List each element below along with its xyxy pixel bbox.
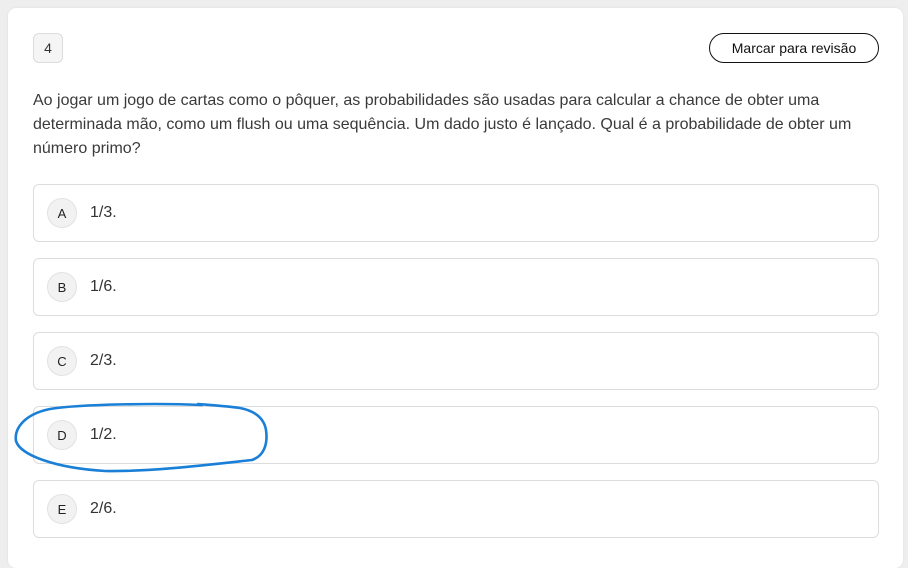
option-text: 2/3. (90, 352, 117, 369)
option-text: 1/6. (90, 278, 117, 295)
option-text: 1/3. (90, 204, 117, 221)
option-letter-badge: B (47, 272, 77, 302)
option-letter-badge: D (47, 420, 77, 450)
question-number-badge: 4 (33, 33, 63, 63)
option-b[interactable]: B 1/6. (33, 258, 879, 316)
option-c[interactable]: C 2/3. (33, 332, 879, 390)
question-text: Ao jogar um jogo de cartas como o pôquer… (33, 92, 852, 157)
option-a[interactable]: A 1/3. (33, 184, 879, 242)
option-text: 1/2. (90, 426, 117, 443)
option-letter-badge: C (47, 346, 77, 376)
mark-for-review-button[interactable]: Marcar para revisão (709, 33, 879, 63)
option-letter-badge: A (47, 198, 77, 228)
option-d[interactable]: D 1/2. (33, 406, 879, 464)
option-letter-badge: E (47, 494, 77, 524)
option-e[interactable]: E 2/6. (33, 480, 879, 538)
option-text: 2/6. (90, 500, 117, 517)
